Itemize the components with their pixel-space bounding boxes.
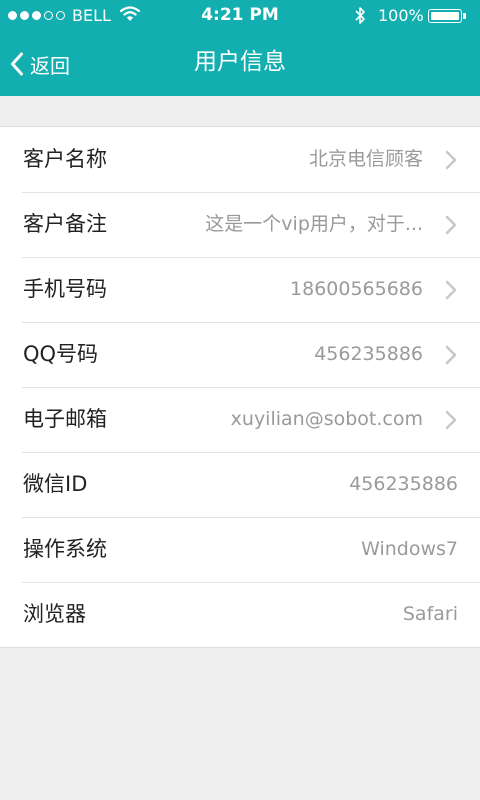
info-row-email[interactable]: 电子邮箱 xuyilian@sobot.com <box>0 387 480 452</box>
row-value: 这是一个vip用户，对于... <box>205 213 423 235</box>
info-row-operating-system: 操作系统 Windows7 <box>0 517 480 582</box>
row-value: Windows7 <box>361 538 458 560</box>
row-label: 手机号码 <box>23 277 107 301</box>
info-row-qq-number[interactable]: QQ号码 456235886 <box>0 322 480 387</box>
row-label: 浏览器 <box>23 602 86 626</box>
bluetooth-icon <box>354 6 366 29</box>
battery-tip <box>463 13 466 19</box>
battery-icon <box>428 9 462 23</box>
chevron-right-icon <box>445 150 457 170</box>
app-header: BELL 4:21 PM 100% 返回 用户信息 <box>0 0 480 96</box>
chevron-right-icon <box>445 215 457 235</box>
battery-level <box>431 12 459 20</box>
page-title: 用户信息 <box>194 49 286 75</box>
status-bar: BELL 4:21 PM 100% <box>0 0 480 32</box>
info-row-wechat-id: 微信ID 456235886 <box>0 452 480 517</box>
row-value: 456235886 <box>314 343 423 365</box>
chevron-right-icon <box>445 280 457 300</box>
row-label: QQ号码 <box>23 342 99 366</box>
navigation-bar: 返回 用户信息 <box>0 32 480 96</box>
info-row-phone-number[interactable]: 手机号码 18600565686 <box>0 257 480 322</box>
info-row-customer-note[interactable]: 客户备注 这是一个vip用户，对于... <box>0 192 480 257</box>
row-label: 电子邮箱 <box>23 407 107 431</box>
row-label: 微信ID <box>23 472 88 496</box>
info-row-customer-name[interactable]: 客户名称 北京电信顾客 <box>0 127 480 192</box>
row-value: xuyilian@sobot.com <box>230 408 423 430</box>
battery-percentage: 100% <box>378 6 424 25</box>
row-value: 456235886 <box>349 473 458 495</box>
info-row-browser: 浏览器 Safari <box>0 582 480 647</box>
row-value: Safari <box>402 603 458 625</box>
row-value: 18600565686 <box>290 278 423 300</box>
user-info-list: 客户名称 北京电信顾客 客户备注 这是一个vip用户，对于... 手机号码 18… <box>0 126 480 648</box>
chevron-right-icon <box>445 410 457 430</box>
chevron-right-icon <box>445 345 457 365</box>
row-label: 客户备注 <box>23 212 107 236</box>
row-label: 操作系统 <box>23 537 107 561</box>
row-label: 客户名称 <box>23 147 107 171</box>
row-value: 北京电信顾客 <box>308 148 423 170</box>
